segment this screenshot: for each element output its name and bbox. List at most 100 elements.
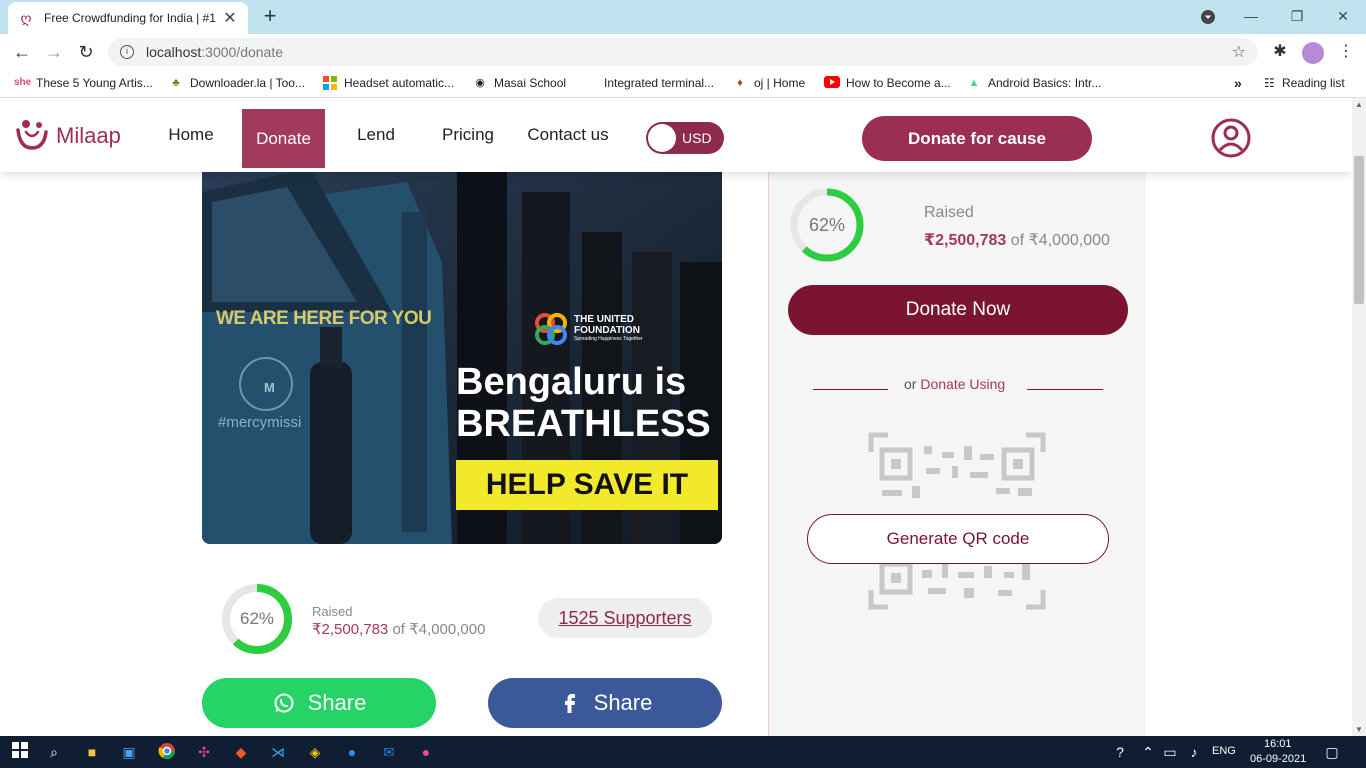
scrollbar-thumb[interactable]: [1354, 156, 1364, 304]
donate-using-text: or Donate Using: [904, 376, 1005, 392]
notifications-icon[interactable]: ▢: [1322, 742, 1342, 762]
vscode-icon[interactable]: ⋊: [268, 742, 288, 762]
banner-hashtag: #mercymissi: [218, 414, 302, 431]
raised-amount-large: ₹2,500,783 of ₹4,000,000: [924, 230, 1110, 250]
bookmark-label: These 5 Young Artis...: [36, 76, 153, 90]
org-name-line1: THE UNITED: [574, 314, 634, 325]
profile-avatar[interactable]: [1302, 42, 1324, 64]
or-label: or: [904, 376, 917, 392]
address-bar[interactable]: i localhost:3000/donate ☆: [108, 38, 1258, 66]
site-navbar: Milaap Home Donate Lend Pricing Contact …: [0, 98, 1352, 172]
android-icon: ▲: [968, 77, 980, 89]
donate-now-button[interactable]: Donate Now: [788, 285, 1128, 335]
bookmark-item[interactable]: ♦ oj | Home: [732, 76, 805, 90]
progress-percent-small: 62%: [239, 609, 275, 628]
battery-icon[interactable]: ▭: [1160, 742, 1180, 762]
nav-contact-us[interactable]: Contact us: [520, 98, 616, 168]
facebook-share-button[interactable]: Share: [488, 678, 722, 728]
milaap-favicon-icon: ღ: [20, 10, 32, 26]
reload-icon[interactable]: ↻: [74, 40, 98, 64]
brave-icon[interactable]: ◆: [231, 742, 251, 762]
of-text: of: [1010, 232, 1025, 249]
chrome-icon[interactable]: [157, 742, 177, 762]
whatsapp-icon: [274, 693, 294, 713]
globe-icon: ◉: [475, 77, 485, 89]
bookmark-item[interactable]: ◉ Masai School: [472, 76, 566, 90]
logo-text: Milaap: [56, 123, 121, 148]
divider-left: [813, 389, 888, 390]
paint-icon[interactable]: ●: [416, 742, 436, 762]
show-hidden-icons-icon[interactable]: ⌃: [1138, 742, 1158, 762]
mail-icon[interactable]: ✉: [379, 742, 399, 762]
generate-qr-code-button[interactable]: Generate QR code: [807, 514, 1109, 564]
bookmark-item[interactable]: Integrated terminal...: [604, 76, 714, 90]
help-icon[interactable]: ?: [1110, 742, 1130, 762]
bookmark-item[interactable]: ▲ Android Basics: Intr...: [966, 76, 1102, 90]
page-scrollbar[interactable]: ▲ ▼: [1352, 98, 1366, 736]
windows-taskbar: ⌕ ■ ▣ ✣ ◆ ⋊ ◈ ● ✉ ● ? ⌃ ▭ ♪ ENG 16:01 06…: [0, 736, 1366, 768]
bookmark-item[interactable]: How to Become a...: [824, 76, 951, 90]
banner-headline-2: BREATHLESS: [456, 403, 711, 445]
windows-start-icon[interactable]: [10, 742, 30, 762]
she-logo-icon: she: [14, 77, 32, 88]
currency-toggle[interactable]: USD: [646, 122, 724, 154]
clock-date[interactable]: 06-09-2021: [1250, 753, 1306, 765]
bookmark-label: Downloader.la | Too...: [190, 76, 305, 90]
bookmark-item[interactable]: Headset automatic...: [322, 76, 454, 90]
bookmark-item[interactable]: ♣ Downloader.la | Too...: [168, 76, 305, 90]
new-tab-button[interactable]: +: [258, 5, 282, 29]
divider-right: [1027, 389, 1103, 390]
back-arrow-icon[interactable]: ←: [10, 40, 34, 64]
scroll-up-arrow-icon[interactable]: ▲: [1355, 100, 1363, 109]
more-bookmarks-button[interactable]: »: [1234, 75, 1242, 91]
close-tab-icon[interactable]: ✕: [222, 8, 238, 28]
bookmark-label: oj | Home: [754, 76, 806, 90]
raised-amount-small: ₹2,500,783 of ₹4,000,000: [312, 620, 485, 638]
file-explorer-icon[interactable]: ■: [82, 742, 102, 762]
bookmark-label: Android Basics: Intr...: [988, 76, 1102, 90]
supporters-link[interactable]: 1525 Supporters: [538, 598, 712, 638]
reading-list-button[interactable]: ☷ Reading list: [1264, 76, 1345, 90]
milaap-logo-icon: [16, 120, 48, 150]
nav-lend[interactable]: Lend: [344, 98, 408, 168]
org-name-line2: FOUNDATION: [574, 325, 640, 336]
forward-arrow-icon[interactable]: →: [42, 40, 66, 64]
nav-donate[interactable]: Donate: [242, 109, 325, 168]
scroll-down-arrow-icon[interactable]: ▼: [1355, 725, 1363, 734]
of-text: of: [392, 621, 405, 638]
bookmark-item[interactable]: she These 5 Young Artis...: [14, 76, 153, 90]
browser-tab[interactable]: ღ Free Crowdfunding for India | #1 ✕: [8, 2, 248, 34]
slack-icon[interactable]: ✣: [194, 742, 214, 762]
goal-amount: ₹4,000,000: [1028, 232, 1110, 249]
clock-time[interactable]: 16:01: [1264, 738, 1292, 750]
progress-percent-large: 62%: [808, 215, 846, 235]
git-icon[interactable]: ◈: [305, 742, 325, 762]
user-account-icon[interactable]: [1211, 118, 1251, 158]
photos-icon[interactable]: ▣: [119, 742, 139, 762]
banner-sign-text: WE ARE HERE FOR YOU: [216, 308, 432, 329]
restore-window-button[interactable]: ❐: [1274, 0, 1320, 34]
zoom-icon[interactable]: ●: [342, 742, 362, 762]
banner-badge-letter: M: [264, 380, 275, 395]
facebook-icon: [564, 694, 575, 713]
browser-menu-icon[interactable]: ⋮: [1336, 40, 1356, 64]
bookmark-star-icon[interactable]: ☆: [1232, 42, 1246, 62]
raised-label-small: Raised: [312, 604, 353, 619]
extensions-puzzle-icon[interactable]: ✱: [1270, 42, 1290, 62]
donate-for-cause-button[interactable]: Donate for cause: [862, 116, 1092, 161]
milaap-logo[interactable]: Milaap: [14, 118, 121, 154]
pin-icon: ♦: [737, 77, 743, 89]
nav-pricing[interactable]: Pricing: [432, 98, 504, 168]
volume-icon[interactable]: ♪: [1184, 742, 1204, 762]
close-window-button[interactable]: ✕: [1320, 0, 1366, 34]
profile-dropdown-icon[interactable]: [1196, 0, 1220, 34]
nav-home[interactable]: Home: [156, 98, 226, 168]
site-info-icon[interactable]: i: [120, 45, 134, 59]
search-icon[interactable]: ⌕: [44, 742, 64, 762]
minimize-window-button[interactable]: —: [1228, 0, 1274, 34]
microsoft-logo-icon: [322, 76, 338, 90]
bookmark-label: Masai School: [494, 76, 567, 90]
whatsapp-share-button[interactable]: Share: [202, 678, 436, 728]
language-indicator[interactable]: ENG: [1212, 745, 1236, 757]
tab-title: Free Crowdfunding for India | #1: [44, 11, 216, 25]
